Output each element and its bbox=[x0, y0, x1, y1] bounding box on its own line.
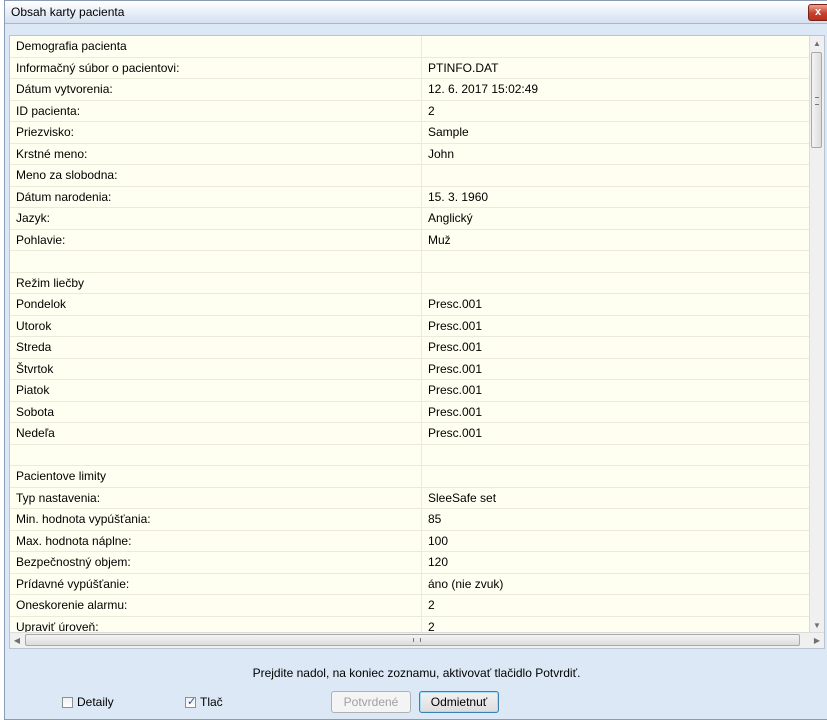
row-label: Pohlavie: bbox=[16, 232, 66, 247]
list-row[interactable]: Štvrtok Presc.001 bbox=[10, 358, 810, 381]
row-label: Streda bbox=[16, 340, 52, 355]
row-label: ID pacienta: bbox=[16, 103, 81, 118]
reject-button[interactable]: Odmietnuť bbox=[419, 691, 499, 713]
row-value: Presc.001 bbox=[428, 404, 483, 419]
list-row[interactable]: Krstné meno: John bbox=[10, 143, 810, 166]
row-label: Typ nastavenia: bbox=[16, 490, 101, 505]
row-value: 100 bbox=[428, 533, 449, 548]
list-row[interactable]: Prídavné vypúšťanie: áno (nie zvuk) bbox=[10, 573, 810, 596]
details-checkbox[interactable]: Detaily bbox=[62, 694, 114, 710]
row-value: 12. 6. 2017 15:02:49 bbox=[428, 82, 539, 97]
checkmark-icon: ✓ bbox=[187, 695, 197, 708]
row-value: Presc.001 bbox=[428, 383, 483, 398]
list-row[interactable]: Pacientove limity bbox=[10, 466, 810, 488]
row-value: Sample bbox=[428, 125, 469, 140]
patient-card-list[interactable]: Demografia pacienta Informačný súbor o pa… bbox=[9, 35, 825, 649]
row-label: Pondelok bbox=[16, 297, 67, 312]
scroll-left-icon[interactable]: ◀ bbox=[10, 633, 24, 648]
list-row[interactable]: Piatok Presc.001 bbox=[10, 380, 810, 402]
list-row[interactable]: Pondelok Presc.001 bbox=[10, 294, 810, 316]
row-value: Presc.001 bbox=[428, 318, 483, 333]
row-label: Utorok bbox=[16, 318, 52, 333]
grip-icon bbox=[815, 97, 819, 105]
row-value: Presc.001 bbox=[428, 340, 483, 355]
row-value: Presc.001 bbox=[428, 361, 483, 376]
details-checkbox-label: Detaily bbox=[77, 695, 114, 709]
scroll-hint: Prejdite nadol, na koniec zoznamu, aktiv… bbox=[252, 666, 581, 680]
vertical-scroll-thumb[interactable] bbox=[811, 52, 822, 148]
details-checkbox-box[interactable] bbox=[62, 696, 73, 708]
row-label: Piatok bbox=[16, 383, 50, 398]
row-value: Presc.001 bbox=[428, 297, 483, 312]
row-label: Jazyk: bbox=[16, 211, 51, 226]
list-row[interactable]: Utorok Presc.001 bbox=[10, 315, 810, 338]
row-label: Demografia pacienta bbox=[16, 39, 127, 53]
list-row[interactable]: Priezvisko: Sample bbox=[10, 122, 810, 144]
row-value: PTINFO.DAT bbox=[428, 60, 499, 75]
list-row[interactable]: Streda Presc.001 bbox=[10, 337, 810, 359]
close-icon[interactable]: x bbox=[808, 4, 827, 21]
list-row[interactable]: Jazyk: Anglický bbox=[10, 208, 810, 230]
list-row[interactable]: Sobota Presc.001 bbox=[10, 401, 810, 424]
row-label: Krstné meno: bbox=[16, 146, 88, 161]
dialog-title: Obsah karty pacienta bbox=[11, 5, 125, 19]
list-row[interactable]: Meno za slobodna: bbox=[10, 165, 810, 187]
list-row[interactable]: Pohlavie: Muž bbox=[10, 229, 810, 252]
row-value: Presc.001 bbox=[428, 426, 483, 441]
row-value: 85 bbox=[428, 512, 442, 527]
vertical-scrollbar[interactable]: ▲ ▼ bbox=[809, 36, 824, 634]
list-row[interactable]: Režim liečby bbox=[10, 272, 810, 295]
row-label: Dátum narodenia: bbox=[16, 189, 112, 204]
list-row[interactable]: Max. hodnota náplne: 100 bbox=[10, 530, 810, 553]
list-row[interactable]: Typ nastavenia: SleeSafe set bbox=[10, 487, 810, 510]
list-row[interactable]: Min. hodnota vypúšťania: 85 bbox=[10, 509, 810, 531]
row-value: Anglický bbox=[428, 211, 473, 226]
print-checkbox[interactable]: ✓ Tlač bbox=[185, 694, 223, 710]
row-label: Meno za slobodna: bbox=[16, 168, 118, 183]
scroll-right-icon[interactable]: ▶ bbox=[810, 633, 824, 648]
row-value: 120 bbox=[428, 555, 449, 570]
row-label: Štvrtok bbox=[16, 361, 54, 376]
list-row[interactable]: Oneskorenie alarmu: 2 bbox=[10, 595, 810, 617]
row-label: Priezvisko: bbox=[16, 125, 75, 140]
row-value: 2 bbox=[428, 598, 435, 613]
row-label: Max. hodnota náplne: bbox=[16, 533, 132, 548]
list-row[interactable]: ID pacienta: 2 bbox=[10, 100, 810, 123]
row-value: Muž bbox=[428, 232, 451, 247]
row-label: Pacientove limity bbox=[16, 469, 107, 484]
row-value: 2 bbox=[428, 103, 435, 118]
row-value: áno (nie zvuk) bbox=[428, 576, 504, 591]
row-label: Sobota bbox=[16, 404, 55, 419]
row-label: Informačný súbor o pacientovi: bbox=[16, 60, 180, 75]
row-label: Nedeľa bbox=[16, 426, 55, 441]
row-label: Bezpečnostný objem: bbox=[16, 555, 131, 570]
grip-icon bbox=[413, 638, 421, 642]
list-row[interactable] bbox=[10, 251, 810, 273]
list-row[interactable]: Demografia pacienta bbox=[10, 36, 810, 58]
print-checkbox-box[interactable]: ✓ bbox=[185, 695, 197, 708]
row-label: Oneskorenie alarmu: bbox=[16, 598, 128, 613]
list-row[interactable]: Bezpečnostný objem: 120 bbox=[10, 552, 810, 574]
horizontal-scroll-thumb[interactable] bbox=[25, 634, 800, 646]
row-value: John bbox=[428, 146, 455, 161]
list-row[interactable]: Informačný súbor o pacientovi: PTINFO.DAT bbox=[10, 57, 810, 80]
row-value: 15. 3. 1960 bbox=[428, 189, 489, 204]
title-bar[interactable]: Obsah karty pacienta x bbox=[5, 1, 827, 24]
scroll-up-icon[interactable]: ▲ bbox=[810, 36, 824, 52]
row-label: Dátum vytvorenia: bbox=[16, 82, 113, 97]
list-row[interactable]: Nedeľa Presc.001 bbox=[10, 423, 810, 445]
print-checkbox-label: Tlač bbox=[200, 695, 223, 709]
row-value: SleeSafe set bbox=[428, 490, 497, 505]
patient-card-dialog: Obsah karty pacienta x Demografia pacien… bbox=[4, 0, 827, 720]
list-row[interactable] bbox=[10, 444, 810, 467]
list-row[interactable]: Dátum vytvorenia: 12. 6. 2017 15:02:49 bbox=[10, 79, 810, 101]
confirm-button[interactable]: Potvrdené bbox=[331, 691, 411, 713]
row-label: Prídavné vypúšťanie: bbox=[16, 576, 130, 591]
list-row[interactable]: Dátum narodenia: 15. 3. 1960 bbox=[10, 186, 810, 209]
row-label: Režim liečby bbox=[16, 275, 85, 290]
row-label: Min. hodnota vypúšťania: bbox=[16, 512, 151, 527]
list-rows: Demografia pacienta Informačný súbor o pa… bbox=[10, 36, 810, 648]
horizontal-scrollbar[interactable]: ◀ ▶ bbox=[10, 632, 824, 648]
